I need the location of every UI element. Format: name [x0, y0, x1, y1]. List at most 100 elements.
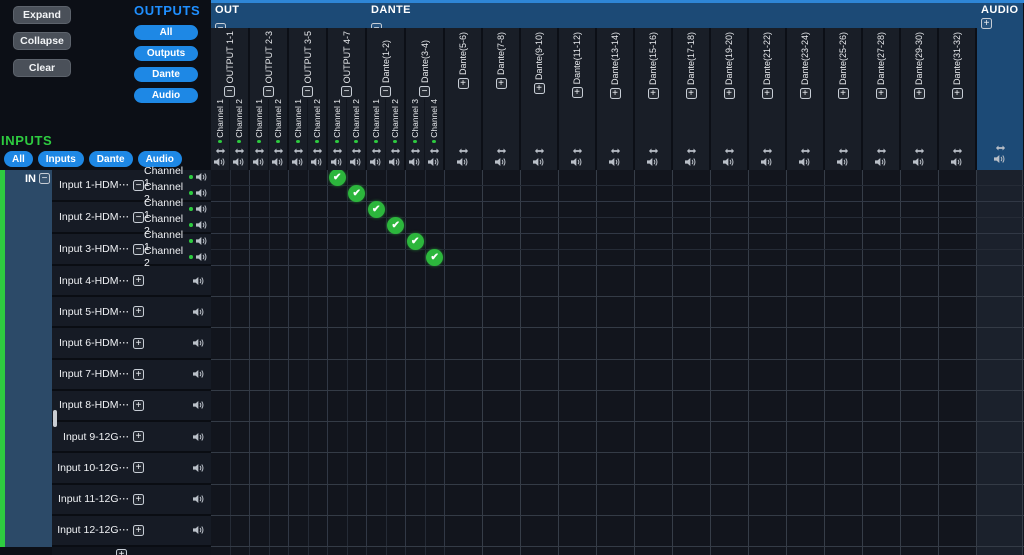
- gain-icon[interactable]: [876, 147, 887, 155]
- matrix-cell[interactable]: [673, 186, 711, 201]
- matrix-cell[interactable]: [939, 391, 977, 421]
- speaker-icon[interactable]: [875, 157, 887, 167]
- matrix-cell[interactable]: [387, 250, 407, 265]
- column-dante-23-24[interactable]: Dante(23-24)+: [787, 28, 825, 172]
- matrix-cell[interactable]: [250, 266, 270, 296]
- input-row-input-4-hdm[interactable]: Input 4-HDM⋯+: [52, 266, 211, 297]
- matrix-cell[interactable]: [521, 485, 559, 515]
- gain-icon[interactable]: [762, 147, 773, 155]
- matrix-cell[interactable]: [521, 186, 559, 201]
- matrix-cell[interactable]: [825, 186, 863, 201]
- matrix-cell[interactable]: [231, 266, 251, 296]
- matrix-cell[interactable]: [270, 453, 290, 483]
- matrix-cell[interactable]: [348, 547, 368, 555]
- input-expand-button[interactable]: +: [133, 462, 144, 473]
- matrix-cell[interactable]: [445, 170, 483, 185]
- clear-button[interactable]: Clear: [13, 59, 71, 77]
- column-expand-button[interactable]: +: [648, 88, 659, 99]
- column-expand-button[interactable]: +: [534, 83, 545, 94]
- matrix-cell[interactable]: [289, 485, 309, 515]
- matrix-cell[interactable]: [348, 453, 368, 483]
- speaker-icon[interactable]: [193, 463, 205, 473]
- matrix-cell[interactable]: [901, 170, 939, 185]
- matrix-cell[interactable]: [977, 328, 1023, 358]
- matrix-cell[interactable]: [635, 218, 673, 233]
- matrix-cell[interactable]: [597, 170, 635, 185]
- matrix-cell[interactable]: [711, 234, 749, 249]
- speaker-icon[interactable]: [457, 157, 469, 167]
- matrix-cell[interactable]: [711, 218, 749, 233]
- matrix-cell[interactable]: [711, 328, 749, 358]
- matrix-cell[interactable]: [521, 422, 559, 452]
- matrix-cell[interactable]: [825, 170, 863, 185]
- matrix-cell[interactable]: [270, 422, 290, 452]
- matrix-cell[interactable]: [559, 516, 597, 546]
- column-expand-button[interactable]: +: [724, 88, 735, 99]
- speaker-icon[interactable]: [272, 157, 284, 167]
- column-dante-29-30[interactable]: Dante(29-30)+: [901, 28, 939, 172]
- matrix-cell[interactable]: [521, 234, 559, 249]
- matrix-cell[interactable]: [270, 202, 290, 217]
- matrix-cell[interactable]: [367, 170, 387, 185]
- matrix-cell[interactable]: ✔: [426, 250, 446, 265]
- matrix-cell[interactable]: [711, 391, 749, 421]
- column-expand-button[interactable]: +: [914, 88, 925, 99]
- matrix-cell[interactable]: [787, 186, 825, 201]
- matrix-cell[interactable]: [328, 328, 348, 358]
- matrix-cell[interactable]: [309, 266, 329, 296]
- matrix-cell[interactable]: [483, 218, 521, 233]
- matrix-cell[interactable]: [406, 170, 426, 185]
- matrix-cell[interactable]: [635, 422, 673, 452]
- column-dante-27-28[interactable]: Dante(27-28)+: [863, 28, 901, 172]
- matrix-cell[interactable]: [559, 547, 597, 555]
- matrix-cell[interactable]: [559, 453, 597, 483]
- matrix-cell[interactable]: [977, 234, 1023, 249]
- column-dante-9-10[interactable]: Dante(9-10)+: [521, 28, 559, 172]
- matrix-cell[interactable]: [426, 170, 446, 185]
- matrix-cell[interactable]: [901, 186, 939, 201]
- input-expand-button[interactable]: +: [133, 431, 144, 442]
- matrix-cell[interactable]: [977, 391, 1023, 421]
- matrix-cell[interactable]: [211, 516, 231, 546]
- gain-icon[interactable]: [215, 147, 226, 155]
- matrix-cell[interactable]: [348, 485, 368, 515]
- gain-icon[interactable]: [390, 147, 401, 155]
- input-row-input-7-hdm[interactable]: Input 7-HDM⋯+: [52, 360, 211, 391]
- matrix-cell[interactable]: [445, 485, 483, 515]
- matrix-cell[interactable]: [250, 202, 270, 217]
- matrix-cell[interactable]: [309, 453, 329, 483]
- matrix-cell[interactable]: [445, 234, 483, 249]
- matrix-cell[interactable]: [328, 297, 348, 327]
- matrix-cell[interactable]: [673, 360, 711, 390]
- matrix-cell[interactable]: [211, 391, 231, 421]
- matrix-cell[interactable]: [250, 391, 270, 421]
- matrix-cell[interactable]: [673, 547, 711, 555]
- matrix-cell[interactable]: [977, 516, 1023, 546]
- matrix-cell[interactable]: [635, 234, 673, 249]
- speaker-icon[interactable]: [196, 236, 208, 246]
- matrix-cell[interactable]: [521, 250, 559, 265]
- matrix-cell[interactable]: [863, 360, 901, 390]
- matrix-cell[interactable]: [231, 202, 251, 217]
- matrix-cell[interactable]: [270, 391, 290, 421]
- matrix-cell[interactable]: [328, 360, 348, 390]
- matrix-cell[interactable]: [749, 453, 787, 483]
- matrix-cell[interactable]: [597, 328, 635, 358]
- matrix-cell[interactable]: [426, 266, 446, 296]
- gain-icon[interactable]: [610, 147, 621, 155]
- matrix-cell[interactable]: [309, 360, 329, 390]
- matrix-cell[interactable]: [289, 422, 309, 452]
- column-dante-25-26[interactable]: Dante(25-26)+: [825, 28, 863, 172]
- matrix-cell[interactable]: [673, 202, 711, 217]
- matrix-cell[interactable]: [426, 485, 446, 515]
- matrix-cell[interactable]: [328, 186, 348, 201]
- column-output-3-5[interactable]: OUTPUT 3-5−Channel 1Channel 2: [289, 28, 328, 172]
- matrix-cell[interactable]: ✔: [406, 234, 426, 249]
- matrix-cell[interactable]: [289, 516, 309, 546]
- matrix-cell[interactable]: [597, 218, 635, 233]
- speaker-icon[interactable]: [196, 204, 208, 214]
- matrix-cell[interactable]: [939, 234, 977, 249]
- matrix-cell[interactable]: [348, 516, 368, 546]
- matrix-cell[interactable]: [367, 297, 387, 327]
- matrix-cell[interactable]: [270, 266, 290, 296]
